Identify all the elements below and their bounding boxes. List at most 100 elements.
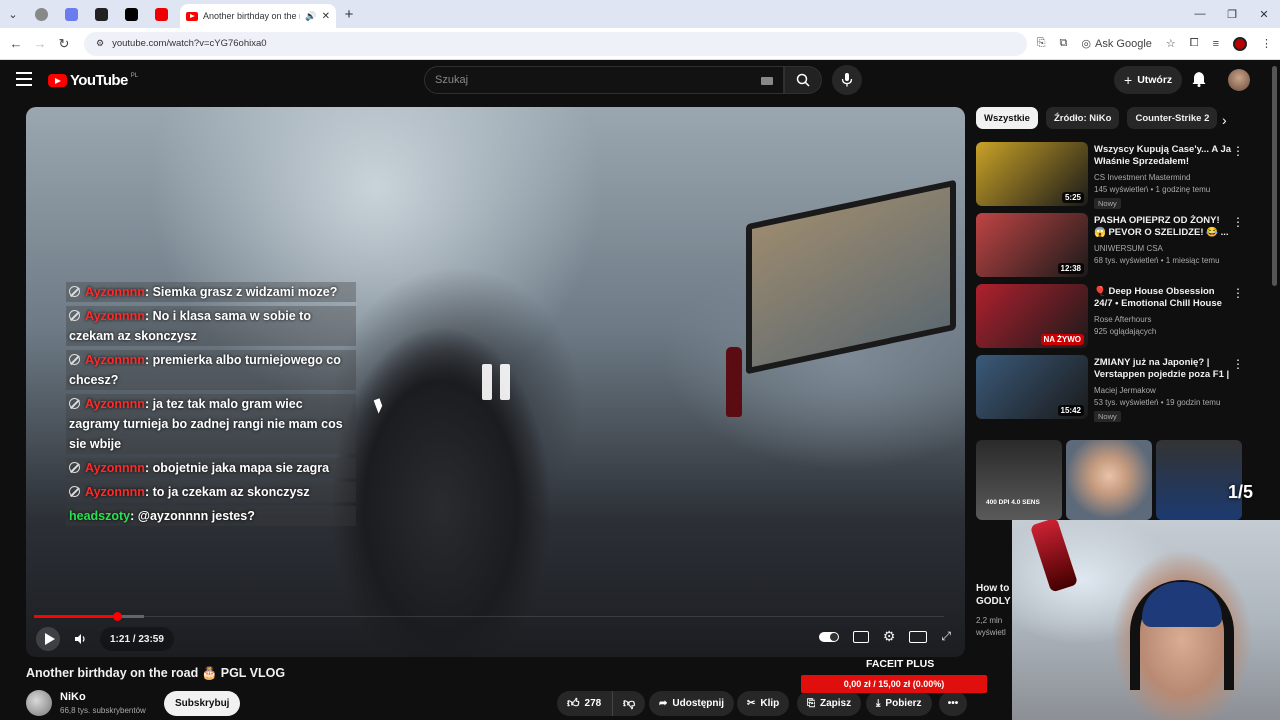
reload-icon[interactable]: ↻ xyxy=(52,36,76,52)
page-scrollbar[interactable] xyxy=(1272,66,1277,286)
recommended-video[interactable]: 5:25 Wszyscy Kupują Case'y... A Ja Właśni… xyxy=(976,142,1246,210)
progress-bar[interactable] xyxy=(34,612,144,621)
video-thumbnail[interactable]: NA ŻYWO xyxy=(976,284,1088,348)
create-button[interactable]: + Utwórz xyxy=(1114,66,1183,94)
screenshot-icon[interactable]: ⧉ xyxy=(1060,37,1068,50)
progress-bar-track[interactable] xyxy=(144,616,944,617)
like-count: 278 xyxy=(584,698,602,709)
dislike-button[interactable]: 👎︎ xyxy=(612,691,646,716)
video-title[interactable]: 🎈 Deep House Obsession 24/7 • Emotional … xyxy=(1094,286,1232,310)
notifications-bell-icon[interactable] xyxy=(1192,71,1206,92)
video-frame-monitor xyxy=(746,179,956,375)
site-info-icon[interactable]: ⚙ xyxy=(96,38,104,49)
youtube-favicon-icon xyxy=(186,11,198,21)
url-field[interactable]: ⚙ youtube.com/watch?v=cYG76ohixa0 xyxy=(84,31,1027,56)
video-title[interactable]: ZMIANY już na Japonię? | Verstappen poje… xyxy=(1094,357,1232,381)
progress-scrubber[interactable] xyxy=(112,612,122,621)
download-icon: ⤓ xyxy=(876,698,881,709)
keyboard-icon[interactable] xyxy=(761,77,773,85)
fullscreen-icon[interactable]: ⤢ xyxy=(941,629,951,644)
theater-mode-icon[interactable] xyxy=(909,630,928,643)
profile-icon[interactable] xyxy=(1233,36,1247,51)
chip-counter-strike[interactable]: Counter-Strike 2 xyxy=(1127,107,1218,129)
video-thumbnail[interactable]: 5:25 xyxy=(976,142,1088,206)
share-icon: ➦ xyxy=(659,698,668,709)
voice-search-button[interactable] xyxy=(832,65,862,95)
shorts-shelf: 400 DPI 4.0 SENS xyxy=(976,440,1246,520)
chat-message: Ayzonnnn: No i klasa sama w sobie to cze… xyxy=(66,306,356,346)
player-controls: 1:21 / 23:59 ⚙ ⤢ xyxy=(26,624,965,657)
search-button[interactable] xyxy=(784,66,822,94)
minimize-button[interactable]: — xyxy=(1184,0,1216,28)
bookmark-star-icon[interactable]: ☆ xyxy=(1166,37,1176,50)
audio-playing-icon[interactable]: 🔊 xyxy=(305,11,316,22)
video-title[interactable]: Wszyscy Kupują Case'y... A Ja Właśnie Sp… xyxy=(1094,144,1232,168)
restore-button[interactable]: ❐ xyxy=(1216,0,1248,28)
download-label: Pobierz xyxy=(885,698,922,709)
short-thumbnail[interactable]: 400 DPI 4.0 SENS xyxy=(976,440,1062,520)
menu-kebab-icon[interactable]: ⋮ xyxy=(1261,37,1272,50)
browser-tab-bar: ⌄ Another birthday on the road 🔊 ✕ + — ❐… xyxy=(0,0,1280,28)
chat-message: headszoty: @ayzonnnn jestes? xyxy=(66,506,356,526)
chat-username: Ayzonnnn xyxy=(85,309,145,323)
pinned-tab-3[interactable] xyxy=(86,0,116,28)
ask-google-button[interactable]: ◎ Ask Google xyxy=(1081,37,1151,51)
channel-avatar[interactable] xyxy=(26,690,52,716)
autoplay-toggle[interactable] xyxy=(818,631,839,642)
settings-gear-icon[interactable]: ⚙ xyxy=(883,628,896,645)
forward-icon[interactable]: → xyxy=(28,36,52,51)
share-button[interactable]: ➦ Udostępnij xyxy=(649,691,735,716)
channel-name[interactable]: NiKo xyxy=(60,691,86,703)
create-label: Utwórz xyxy=(1137,74,1173,86)
short-thumbnail[interactable] xyxy=(1066,440,1152,520)
hamburger-menu-icon[interactable] xyxy=(16,72,32,90)
video-player[interactable]: Ayzonnnn: Siemka grasz z widzami moze? Ay… xyxy=(26,107,965,657)
chips-next-chevron-icon[interactable]: › xyxy=(1222,112,1227,128)
download-button[interactable]: ⤓ Pobierz xyxy=(866,691,932,716)
back-icon[interactable]: ← xyxy=(4,36,28,51)
active-tab[interactable]: Another birthday on the road 🔊 ✕ xyxy=(180,4,336,28)
short-thumbnail[interactable] xyxy=(1156,440,1242,520)
more-actions-button[interactable]: ••• xyxy=(939,691,967,716)
chip-source-niko[interactable]: Źródło: NiKo xyxy=(1045,107,1120,129)
close-tab-icon[interactable]: ✕ xyxy=(322,11,330,22)
clip-button[interactable]: ✂ Klip xyxy=(737,691,790,716)
video-channel[interactable]: Rose Afterhours xyxy=(1094,315,1151,324)
recommended-video[interactable]: 12:38 PASHA OPIEPRZ OD ŻONY! 😱 PEVOR O SZ… xyxy=(976,213,1246,281)
chat-username: headszoty xyxy=(69,509,131,523)
tab-search-icon[interactable]: ⌄ xyxy=(0,0,26,28)
volume-icon[interactable] xyxy=(74,632,86,650)
video-meta: 53 tys. wyświetleń • 19 godzin temu xyxy=(1094,398,1221,407)
video-channel[interactable]: CS Investment Mastermind xyxy=(1094,173,1190,182)
chip-all[interactable]: Wszystkie xyxy=(976,107,1038,129)
subscribe-button[interactable]: Subskrybuj xyxy=(164,691,241,716)
video-thumbnail[interactable]: 15:42 xyxy=(976,355,1088,419)
media-icon[interactable]: ≡ xyxy=(1213,38,1219,50)
account-avatar[interactable] xyxy=(1228,69,1250,91)
more-vertical-icon[interactable]: ⋮ xyxy=(1232,144,1244,158)
pinned-tab-youtube[interactable] xyxy=(146,0,176,28)
new-tab-button[interactable]: + xyxy=(336,6,362,23)
recommended-video[interactable]: NA ŻYWO 🎈 Deep House Obsession 24/7 • Emo… xyxy=(976,284,1246,352)
video-title[interactable]: PASHA OPIEPRZ OD ŻONY! 😱 PEVOR O SZELIDZ… xyxy=(1094,215,1232,239)
close-window-button[interactable]: ✕ xyxy=(1248,0,1280,28)
pinned-tab-2[interactable] xyxy=(56,0,86,28)
chat-text: : obojetnie jaka mapa sie zagra xyxy=(144,461,330,475)
more-vertical-icon[interactable]: ⋮ xyxy=(1232,357,1244,371)
more-vertical-icon[interactable]: ⋮ xyxy=(1232,215,1244,229)
play-button[interactable] xyxy=(36,627,60,651)
pinned-tab-1[interactable] xyxy=(26,0,56,28)
save-button[interactable]: ⎘ Zapisz xyxy=(797,691,862,716)
youtube-logo[interactable]: YouTube PL xyxy=(48,72,138,89)
subtitles-icon[interactable] xyxy=(852,630,869,643)
like-button[interactable]: 👍︎ 278 xyxy=(557,691,614,716)
recommended-video[interactable]: 15:42 ZMIANY już na Japonię? | Verstappen… xyxy=(976,355,1246,423)
more-vertical-icon[interactable]: ⋮ xyxy=(1232,286,1244,300)
search-input[interactable]: Szukaj xyxy=(424,66,784,94)
translate-icon[interactable]: ⎘ xyxy=(1037,37,1046,50)
pinned-tab-tiktok[interactable] xyxy=(116,0,146,28)
video-thumbnail[interactable]: 12:38 xyxy=(976,213,1088,277)
video-channel[interactable]: Maciej Jermakow xyxy=(1094,386,1156,395)
extensions-icon[interactable]: ⧠ xyxy=(1190,37,1199,50)
video-channel[interactable]: UNIWERSUM CSA xyxy=(1094,244,1163,253)
